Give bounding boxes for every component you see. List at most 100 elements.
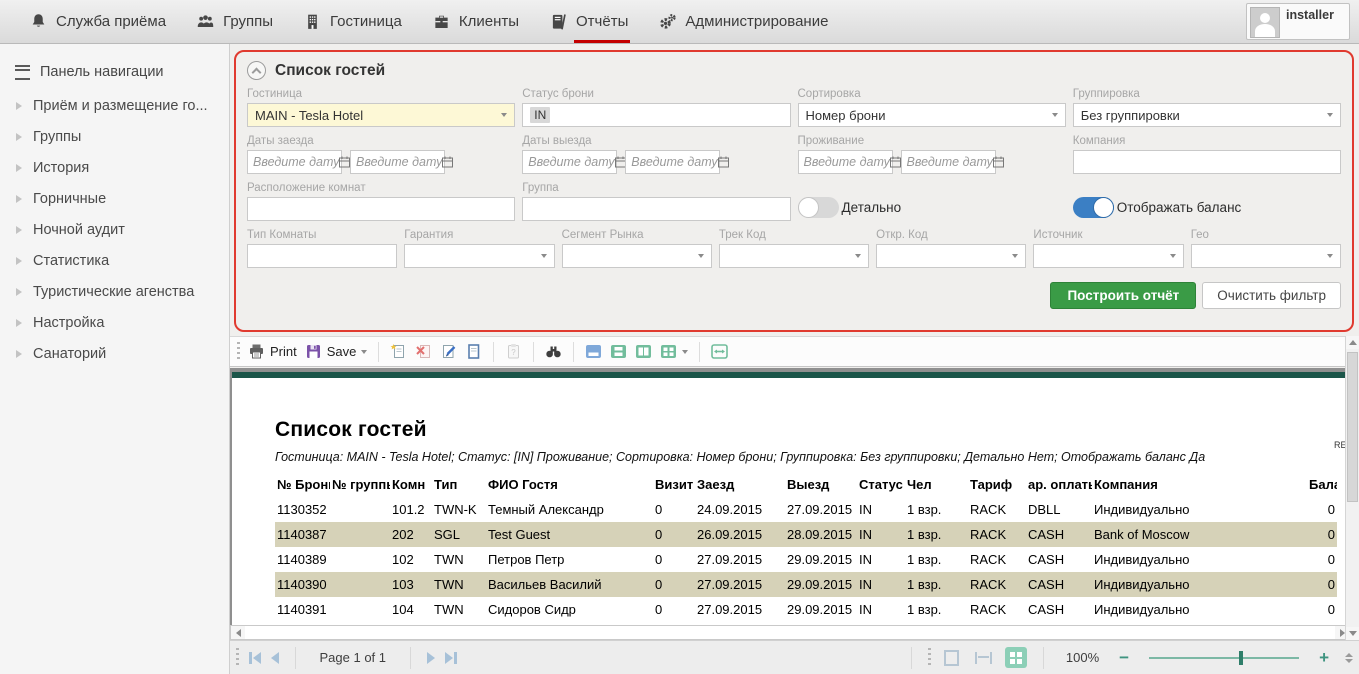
clear-filter-button[interactable]: Очистить фильтр — [1202, 282, 1341, 309]
collapse-panel-icon[interactable] — [247, 61, 266, 80]
page-indicator: Page 1 of 1 — [320, 650, 387, 665]
toolbar-grip[interactable] — [237, 342, 240, 362]
sidebar-item-0[interactable]: Приём и размещение го... — [0, 90, 229, 121]
zoom-page-height-button[interactable] — [973, 647, 995, 668]
open-code-select[interactable] — [876, 244, 1026, 268]
scroll-left-button[interactable] — [231, 626, 245, 639]
stay-date-to-input[interactable]: Введите дату — [901, 150, 996, 174]
table-row[interactable]: 1140390103TWNВасильев Василий027.09.2015… — [275, 572, 1337, 597]
last-page-button[interactable] — [445, 652, 457, 664]
zoom-multi-page-button[interactable] — [1005, 647, 1027, 668]
view-single-page-icon[interactable] — [585, 343, 602, 360]
table-row[interactable]: 1140391104TWNСидоров Сидр027.09.201529.0… — [275, 597, 1337, 622]
scrollbar-thumb[interactable] — [1347, 352, 1358, 502]
room-layout-input[interactable] — [247, 197, 515, 221]
nav-item-briefcase[interactable]: Клиенты — [417, 0, 534, 43]
save-button[interactable]: Save — [305, 343, 368, 360]
nav-item-label: Клиенты — [459, 13, 519, 30]
sidebar-item-4[interactable]: Ночной аудит — [0, 214, 229, 245]
nav-item-users[interactable]: Группы — [181, 0, 288, 43]
previous-page-button[interactable] — [271, 652, 279, 664]
market-segment-select[interactable] — [562, 244, 712, 268]
page-settings-icon[interactable] — [465, 343, 482, 360]
zoom-in-button[interactable]: + — [1319, 649, 1329, 666]
show-balance-toggle[interactable] — [1073, 197, 1114, 218]
report-page: Список гостей Гостиница: MAIN - Tesla Ho… — [232, 372, 1348, 625]
room-type-label: Тип Комнаты — [247, 229, 397, 241]
horizontal-scrollbar[interactable] — [230, 625, 1350, 640]
nav-item-label: Группы — [223, 13, 273, 30]
table-row[interactable]: 1140387202SGLTest Guest026.09.201528.09.… — [275, 522, 1337, 547]
arrival-date-from-input[interactable]: Введите дату — [247, 150, 342, 174]
calendar-icon[interactable] — [339, 156, 350, 168]
sidebar-item-1[interactable]: Группы — [0, 121, 229, 152]
sidebar-item-7[interactable]: Настройка — [0, 307, 229, 338]
first-page-button[interactable] — [249, 652, 261, 664]
sidebar-item-5[interactable]: Статистика — [0, 245, 229, 276]
track-code-select[interactable] — [719, 244, 869, 268]
page-width-icon[interactable] — [711, 343, 728, 360]
company-input[interactable] — [1073, 150, 1341, 174]
zoom-whole-page-button[interactable] — [941, 647, 963, 668]
nav-item-report-book[interactable]: Отчёты — [534, 0, 643, 43]
geo-select[interactable] — [1191, 244, 1341, 268]
calendar-icon[interactable] — [890, 156, 901, 168]
user-badge[interactable]: installer — [1246, 3, 1350, 40]
zoom-slider[interactable] — [1149, 657, 1299, 659]
calendar-icon[interactable] — [442, 156, 453, 168]
sidebar-item-8[interactable]: Санаторий — [0, 338, 229, 369]
nav-item-gears[interactable]: Администрирование — [643, 0, 843, 43]
view-multiple-pages-button[interactable] — [660, 343, 688, 360]
table-cell: 27.09.2015 — [695, 597, 785, 622]
zoom-slider-handle[interactable] — [1239, 651, 1243, 665]
calendar-icon[interactable] — [718, 156, 729, 168]
guarantee-select[interactable] — [404, 244, 554, 268]
departure-date-from-input[interactable]: Введите дату — [522, 150, 617, 174]
find-binoculars-icon[interactable] — [545, 343, 562, 360]
column-header-6: Заезд — [695, 472, 785, 497]
detailed-toggle[interactable] — [798, 197, 839, 218]
scroll-up-button[interactable] — [1346, 336, 1359, 349]
build-report-button[interactable]: Построить отчёт — [1050, 282, 1196, 309]
room-type-input[interactable] — [247, 244, 397, 268]
new-page-icon[interactable] — [390, 343, 407, 360]
print-button[interactable]: Print — [248, 343, 297, 360]
whole-page-icon — [944, 650, 959, 666]
sidebar-item-label: Туристические агенства — [33, 284, 194, 300]
sidebar-header[interactable]: Панель навигации — [0, 44, 229, 90]
save-dropdown-caret-icon[interactable] — [361, 350, 367, 354]
stay-date-from-input[interactable]: Введите дату — [798, 150, 893, 174]
group-input[interactable] — [522, 197, 790, 221]
column-header-1: № группы — [330, 472, 390, 497]
sort-select[interactable]: Номер брони — [798, 103, 1066, 127]
next-page-button[interactable] — [427, 652, 435, 664]
status-chip[interactable]: IN — [530, 107, 550, 123]
nav-item-bell[interactable]: Служба приёма — [14, 0, 181, 43]
booking-status-input[interactable]: IN — [522, 103, 790, 127]
source-select[interactable] — [1033, 244, 1183, 268]
hotel-select[interactable]: MAIN - Tesla Hotel — [247, 103, 515, 127]
sidebar-item-6[interactable]: Туристические агенства — [0, 276, 229, 307]
report-preview-viewport[interactable]: Список гостей Гостиница: MAIN - Tesla Ho… — [230, 368, 1350, 625]
view-continuous-icon[interactable] — [610, 343, 627, 360]
chevron-right-icon — [16, 257, 22, 265]
calendar-icon[interactable] — [993, 156, 1004, 168]
grouping-select[interactable]: Без группировки — [1073, 103, 1341, 127]
delete-page-icon[interactable] — [415, 343, 432, 360]
zoom-group-grip[interactable] — [928, 648, 931, 668]
arrival-date-to-input[interactable]: Введите дату — [350, 150, 445, 174]
sidebar-item-3[interactable]: Горничные — [0, 183, 229, 214]
collapse-expand-icon[interactable] — [1345, 653, 1353, 663]
table-row[interactable]: 1130352101.2TWN-KТемный Александр024.09.… — [275, 497, 1337, 522]
view-facing-pages-icon[interactable] — [635, 343, 652, 360]
sidebar-item-2[interactable]: История — [0, 152, 229, 183]
scroll-down-button[interactable] — [1346, 627, 1359, 640]
statusbar-grip[interactable] — [236, 648, 239, 668]
nav-item-building[interactable]: Гостиница — [288, 0, 417, 43]
zoom-out-button[interactable]: − — [1119, 649, 1129, 666]
departure-date-to-input[interactable]: Введите дату — [625, 150, 720, 174]
vertical-scrollbar[interactable] — [1345, 336, 1359, 640]
edit-page-icon[interactable] — [440, 343, 457, 360]
calendar-icon[interactable] — [615, 156, 626, 168]
table-row[interactable]: 1140389102TWNПетров Петр027.09.201529.09… — [275, 547, 1337, 572]
